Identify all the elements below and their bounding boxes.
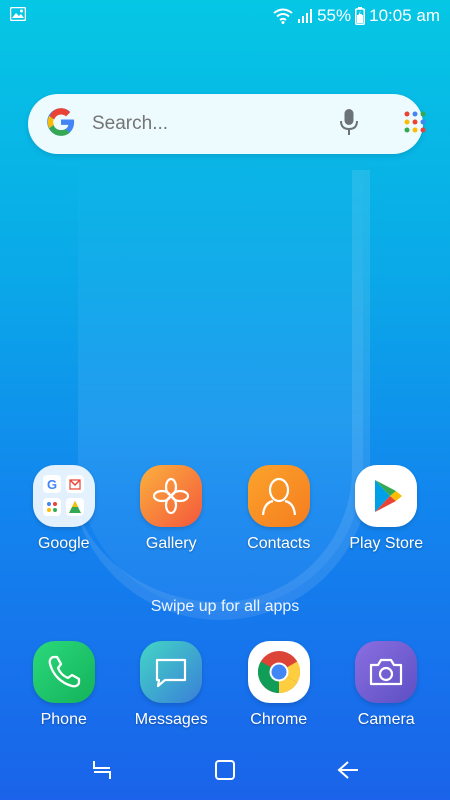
messages-icon[interactable] (140, 641, 203, 703)
wifi-icon (273, 8, 293, 24)
battery-percent: 55% (317, 6, 352, 25)
gallery-icon[interactable] (140, 465, 203, 527)
battery-icon (355, 7, 366, 25)
mic-icon[interactable] (337, 107, 381, 142)
app-label: Chrome (250, 711, 308, 728)
phone-icon[interactable] (32, 641, 95, 703)
app-camera[interactable]: Camera (336, 641, 436, 729)
app-label: Google (37, 535, 90, 552)
app-google-folder[interactable]: G Google (14, 465, 114, 553)
home-icon[interactable] (205, 750, 245, 790)
swipe-up-hint: Swipe up for all apps (150, 598, 300, 615)
app-grid-icon[interactable] (403, 110, 433, 139)
app-contacts[interactable]: Contacts (229, 465, 329, 553)
google-folder-icon[interactable]: G (32, 465, 95, 527)
app-phone[interactable]: Phone (14, 641, 114, 729)
contacts-icon[interactable] (247, 465, 310, 527)
recents-icon[interactable] (82, 750, 122, 790)
app-messages[interactable]: Messages (121, 641, 221, 729)
navigation-bar (0, 740, 450, 800)
camera-icon[interactable] (355, 641, 418, 703)
app-chrome[interactable]: Chrome (229, 641, 329, 729)
app-label: Messages (134, 711, 208, 728)
app-label: Play Store (349, 535, 424, 552)
app-label: Camera (357, 711, 415, 728)
back-icon[interactable] (328, 750, 368, 790)
google-search-bar[interactable] (28, 94, 426, 154)
dock: Phone Messages Chrome Camera (0, 641, 450, 729)
app-label: Gallery (145, 535, 197, 552)
status-bar: 55% 10:05 am (0, 0, 450, 32)
play-store-icon[interactable] (355, 465, 418, 527)
signal-icon (297, 8, 313, 24)
app-play-store[interactable]: Play Store (336, 465, 436, 553)
clock: 10:05 am (369, 6, 440, 25)
app-gallery[interactable]: Gallery (121, 465, 221, 553)
google-logo-icon[interactable] (46, 107, 76, 142)
svg-text:G: G (47, 477, 57, 492)
home-apps-row: G Google Gallery Contacts Play Store (0, 465, 450, 553)
chrome-icon[interactable] (247, 641, 310, 703)
search-input[interactable] (92, 113, 337, 135)
image-icon (9, 6, 27, 26)
app-label: Phone (40, 711, 87, 728)
app-label: Contacts (247, 535, 311, 552)
